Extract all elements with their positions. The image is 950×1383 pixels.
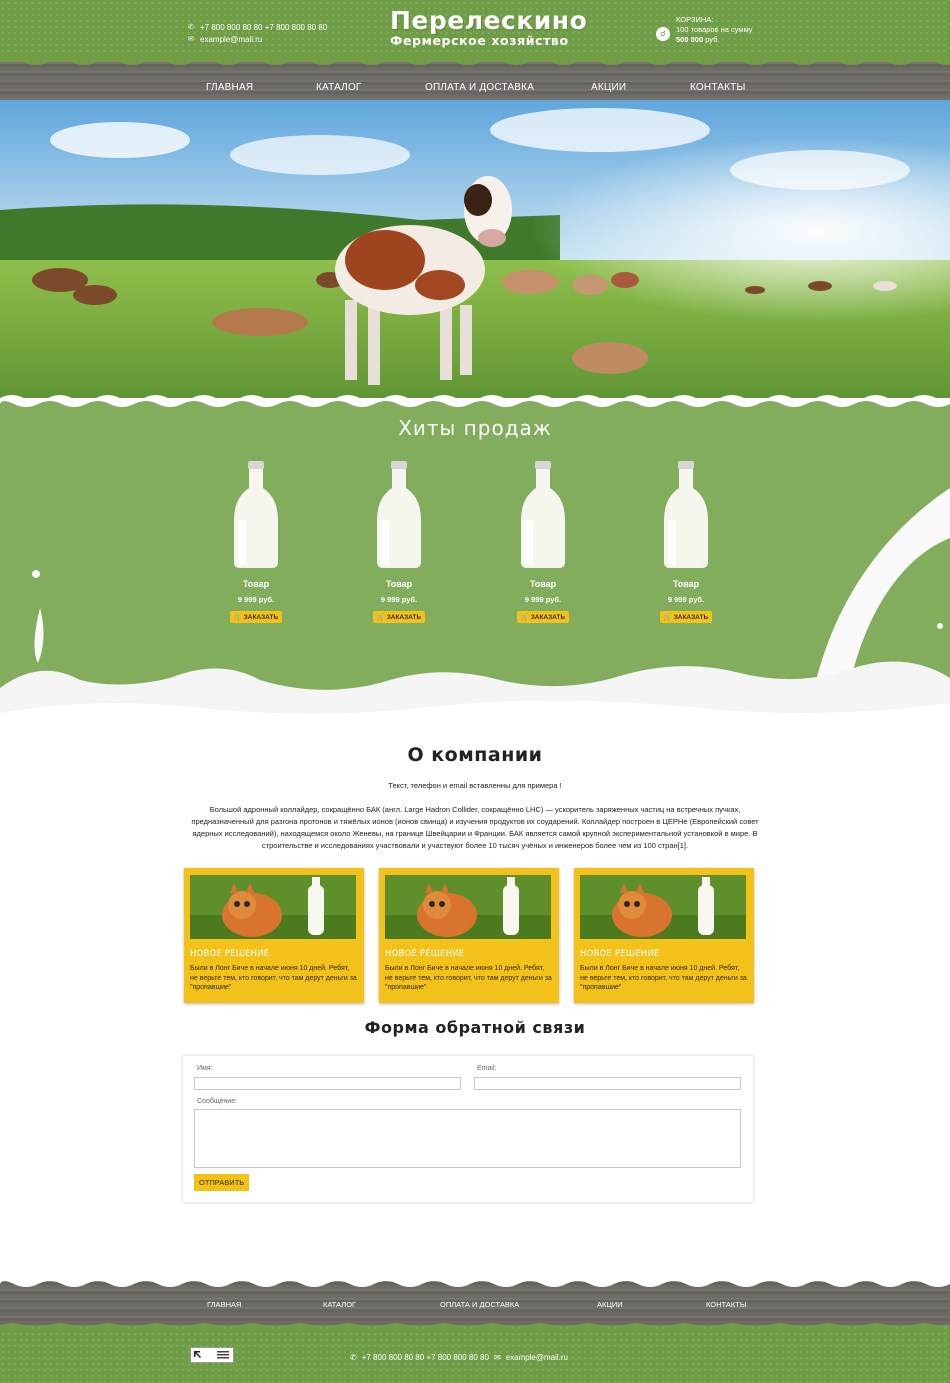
message-textarea[interactable] [194,1109,741,1168]
hits-title: Хиты продаж [398,416,552,440]
hero-image-cows [0,100,950,410]
feedback-form: Имя: Email: Сообщение: ОТПРАВИТЬ [183,1056,753,1202]
footer-email[interactable]: example@mail.ru [506,1353,568,1362]
footer-nav: ГЛАВНАЯ КАТАЛОГ ОПЛАТА И ДОСТАВКА АКЦИИ … [0,1300,950,1312]
card-title[interactable]: НОВОЕ РЕШЕНИЕ [190,949,358,959]
footer-nav-contacts[interactable]: КОНТАКТЫ [706,1300,746,1309]
kitten-milk-image[interactable] [190,875,356,939]
order-button-label: ЗАКАЗАТЬ [530,614,566,621]
cart-label: КОРЗИНА: [676,15,714,24]
card-title[interactable]: НОВОЕ РЕШЕНИЕ [580,949,748,959]
card-title[interactable]: НОВОЕ РЕШЕНИЕ [385,949,553,959]
product-card[interactable]: Товар 9 999 руб. 🛒 ЗАКАЗАТЬ [359,458,439,624]
nav-item-home[interactable]: ГЛАВНАЯ [206,82,253,93]
mail-icon: ✉ [188,36,194,43]
cart-sum: 500 000 [676,35,704,44]
order-button[interactable]: 🛒 ЗАКАЗАТЬ [229,611,283,623]
hits-top-wave [0,398,950,407]
footer-top-wave [0,1278,950,1287]
header-phones[interactable]: +7 800 800 80 80 +7 800 800 80 80 [200,22,327,34]
news-card[interactable]: НОВОЕ РЕШЕНИЕ Были в Лонг Биче в начале … [574,868,754,1003]
main-nav: ГЛАВНАЯ КАТАЛОГ ОПЛАТА И ДОСТАВКА АКЦИИ … [0,82,950,96]
product-name[interactable]: Товар [359,579,439,589]
product-price: 9 999 руб. [667,595,705,604]
wood-top-edge [0,56,950,65]
mail-icon: ✉ [493,1353,501,1362]
product-price: 9 999 руб. [380,595,418,604]
cart-currency: руб. [705,35,720,44]
footer-nav-payment-delivery[interactable]: ОПЛАТА И ДОСТАВКА [440,1300,519,1309]
product-name[interactable]: Товар [646,579,726,589]
logo[interactable]: Перелескино Фермерское хозяйство [390,8,587,48]
cart-icon: 🛒 [376,614,385,621]
feedback-form-title: Форма обратной связи [364,1018,586,1037]
footer-phones[interactable]: +7 800 800 80 80 +7 800 800 80 80 [362,1353,489,1362]
hero-banner [0,100,950,410]
card-text: Были в Лонг Биче в начале июня 10 дней. … [385,965,552,991]
product-price: 9 999 руб. [524,595,562,604]
cart-icon: 🛒 [663,614,672,621]
counter-badge-icon[interactable] [190,1347,234,1363]
milk-bottle-image[interactable] [646,458,726,573]
footer-wave [0,1323,950,1332]
phone-icon: ✆ [350,1353,357,1362]
order-button[interactable]: 🛒 ЗАКАЗАТЬ [659,611,713,623]
card-text: Были в Лонг Биче в начале июня 10 дней. … [580,965,747,991]
kitten-milk-image[interactable] [580,875,746,939]
order-button-label: ЗАКАЗАТЬ [243,614,279,621]
milk-bottle-image[interactable] [503,458,583,573]
cart-widget[interactable]: ☌ КОРЗИНА: 100 товаров на сумму 500 000 … [656,15,753,45]
order-button-label: ЗАКАЗАТЬ [673,614,709,621]
product-name[interactable]: Товар [216,579,296,589]
product-card[interactable]: Товар 9 999 руб. 🛒 ЗАКАЗАТЬ [216,458,296,624]
name-label: Имя: [197,1065,213,1072]
email-label: Email: [477,1065,497,1072]
basket-icon: ☌ [656,27,670,41]
header-email[interactable]: example@mail.ru [200,34,262,46]
milk-splash-decoration [0,488,950,728]
nav-item-catalog[interactable]: КАТАЛОГ [316,82,362,93]
name-input[interactable] [194,1077,461,1090]
product-price: 9 999 руб. [237,595,275,604]
bestsellers-section: Хиты продаж Товар 9 999 руб. 🛒 ЗАКАЗАТЬ [0,398,950,728]
kitten-milk-image[interactable] [385,875,551,939]
logo-title: Перелескино [390,6,588,35]
logo-subtitle: Фермерское хозяйство [390,33,569,48]
cart-text: 100 товаров на сумму [676,25,753,34]
about-title: О компании [407,744,543,766]
order-button[interactable]: 🛒 ЗАКАЗАТЬ [372,611,426,623]
product-card[interactable]: Товар 9 999 руб. 🛒 ЗАКАЗАТЬ [646,458,726,624]
about-text: Большой адронный коллайдер, сокращённо Б… [191,805,759,850]
footer-nav-catalog[interactable]: КАТАЛОГ [323,1300,356,1309]
nav-item-promotions[interactable]: АКЦИИ [591,82,626,93]
product-card[interactable]: Товар 9 999 руб. 🛒 ЗАКАЗАТЬ [503,458,583,624]
order-button[interactable]: 🛒 ЗАКАЗАТЬ [516,611,570,623]
footer-contacts: ✆ +7 800 800 80 80 +7 800 800 80 80 ✉ ex… [350,1353,568,1362]
cart-icon: 🛒 [520,614,529,621]
footer-nav-home[interactable]: ГЛАВНАЯ [207,1300,241,1309]
footer-nav-promotions[interactable]: АКЦИИ [597,1300,623,1309]
message-label: Сообщение: [197,1098,238,1105]
header-contacts: ✆ +7 800 800 80 80 +7 800 800 80 80 ✉ ex… [188,22,327,46]
email-input[interactable] [474,1077,741,1090]
submit-button[interactable]: ОТПРАВИТЬ [194,1174,250,1191]
news-card[interactable]: НОВОЕ РЕШЕНИЕ Были в Лонг Биче в начале … [184,868,364,1003]
nav-item-contacts[interactable]: КОНТАКТЫ [690,82,746,93]
milk-bottle-image[interactable] [216,458,296,573]
card-text: Были в Лонг Биче в начале июня 10 дней. … [190,965,357,991]
about-note: Текст, телефон и email вставленны для пр… [388,781,562,790]
milk-bottle-image[interactable] [359,458,439,573]
cart-icon: 🛒 [233,614,242,621]
order-button-label: ЗАКАЗАТЬ [386,614,422,621]
nav-item-payment-delivery[interactable]: ОПЛАТА И ДОСТАВКА [425,82,534,93]
phone-icon: ✆ [188,24,194,31]
product-name[interactable]: Товар [503,579,583,589]
news-card[interactable]: НОВОЕ РЕШЕНИЕ Были в Лонг Биче в начале … [379,868,559,1003]
